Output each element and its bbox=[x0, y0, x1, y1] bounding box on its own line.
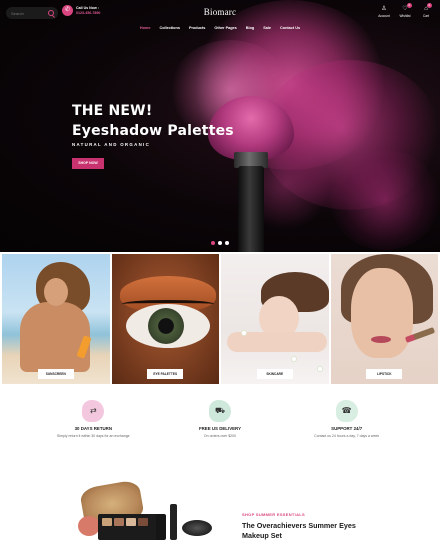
model-face bbox=[350, 268, 413, 358]
promo-kicker: SHOP SUMMER ESSENTIALS bbox=[242, 512, 305, 517]
shop-now-button[interactable]: SHOP NOW bbox=[72, 158, 104, 169]
feature-desc: Simply return it within 30 days for an e… bbox=[57, 434, 130, 438]
category-tile-lipstick[interactable]: LIPSTICK bbox=[330, 254, 438, 384]
promo-product-image[interactable] bbox=[78, 474, 218, 540]
call-text: Call Us Now : 0123-456-7890 bbox=[76, 6, 100, 16]
wishlist-count-badge: 0 bbox=[406, 3, 412, 8]
account-button[interactable]: ♙ Account bbox=[378, 5, 390, 18]
nav-collections[interactable]: Collections bbox=[159, 26, 179, 30]
feature-desc: On orders over $200 bbox=[203, 434, 237, 438]
heart-icon: ♡ 0 bbox=[402, 3, 412, 12]
nav-contact-us[interactable]: Contact Us bbox=[280, 26, 300, 30]
feature-delivery: ⛟ FREE US DELIVERY On orders over $200 bbox=[165, 400, 275, 438]
eye-iris bbox=[147, 308, 184, 344]
category-tiles: SUNSCREEN EYE PALETTES SKINCARE LIPSTICK bbox=[2, 254, 438, 384]
support-icon: ☎ bbox=[335, 400, 358, 422]
category-tile-eye-palettes[interactable]: EYE PALETTES bbox=[111, 254, 219, 384]
category-label[interactable]: SUNSCREEN bbox=[37, 369, 74, 379]
shadow-pan bbox=[138, 518, 148, 526]
category-label[interactable]: LIPSTICK bbox=[366, 369, 403, 379]
account-label: Account bbox=[378, 14, 390, 18]
nav-other-pages[interactable]: Other Pages bbox=[214, 26, 236, 30]
flower-icon bbox=[291, 356, 297, 362]
hero-title: THE NEW! Eyeshadow Palettes bbox=[72, 101, 234, 141]
hero-title-line2: Eyeshadow Palettes bbox=[72, 123, 234, 139]
category-label[interactable]: SKINCARE bbox=[256, 369, 293, 379]
eyelashes bbox=[121, 300, 214, 308]
feature-strip: ⇄ 30 DAYS RETURN Simply return it within… bbox=[0, 400, 440, 438]
flower-icon bbox=[241, 330, 247, 336]
category-tile-skincare[interactable]: SKINCARE bbox=[221, 254, 329, 384]
slider-dot[interactable] bbox=[218, 241, 222, 245]
feature-title: SUPPORT 24/7 bbox=[331, 426, 363, 431]
feature-desc: Contact us 24 hours a day, 7 days a week bbox=[314, 434, 380, 438]
main-nav: Home Collections Products Other Pages Bl… bbox=[0, 26, 440, 30]
nav-products[interactable]: Products bbox=[189, 26, 205, 30]
slider-dots bbox=[211, 241, 229, 245]
nav-home[interactable]: Home bbox=[140, 26, 151, 30]
slider-dot[interactable] bbox=[211, 241, 215, 245]
shadow-pan bbox=[114, 518, 124, 526]
account-icon: ♙ bbox=[381, 6, 387, 12]
feature-support: ☎ SUPPORT 24/7 Contact us 24 hours a day… bbox=[292, 400, 402, 438]
makeup-brush bbox=[182, 520, 212, 536]
model-body bbox=[20, 302, 90, 372]
blush-compact bbox=[78, 516, 100, 536]
truck-icon: ⛟ bbox=[208, 400, 231, 422]
product-bottle bbox=[170, 504, 177, 540]
shadow-pan bbox=[102, 518, 112, 526]
hero-title-line1: THE NEW! bbox=[72, 103, 153, 119]
nav-sale[interactable]: Sale bbox=[263, 26, 271, 30]
wishlist-label: Wishlist bbox=[399, 14, 411, 18]
header-icons: ♙ Account ♡ 0 Wishlist ⌂ 0 Cart bbox=[378, 3, 432, 18]
nav-blog[interactable]: Blog bbox=[246, 26, 254, 30]
call-us: ✆ Call Us Now : 0123-456-7890 bbox=[62, 5, 100, 16]
search-icon[interactable] bbox=[48, 10, 54, 16]
flower-icon bbox=[317, 366, 323, 372]
call-label: Call Us Now : bbox=[76, 5, 99, 10]
feature-returns: ⇄ 30 DAYS RETURN Simply return it within… bbox=[38, 400, 148, 438]
search-box[interactable] bbox=[6, 7, 58, 19]
hero-banner: ✆ Call Us Now : 0123-456-7890 Biomarc ♙ … bbox=[0, 0, 440, 252]
hero-subtitle: NATURAL AND ORGANIC bbox=[72, 142, 151, 147]
makeup-brush-handle bbox=[238, 166, 264, 252]
feature-title: FREE US DELIVERY bbox=[198, 426, 241, 431]
search-input[interactable] bbox=[11, 10, 47, 16]
category-tile-sunscreen[interactable]: SUNSCREEN bbox=[2, 254, 110, 384]
wishlist-button[interactable]: ♡ 0 Wishlist bbox=[399, 3, 412, 18]
cart-icon: ⌂ 0 bbox=[424, 3, 432, 12]
model-lips bbox=[370, 336, 391, 343]
cart-button[interactable]: ⌂ 0 Cart bbox=[420, 3, 432, 18]
pink-powder-cloud bbox=[330, 150, 440, 250]
cart-count-badge: 0 bbox=[426, 3, 432, 8]
promo-title[interactable]: The Overachievers Summer Eyes Makeup Set bbox=[242, 521, 362, 540]
model-face bbox=[44, 278, 68, 306]
category-label[interactable]: EYE PALETTES bbox=[147, 369, 184, 379]
feature-title: 30 DAYS RETURN bbox=[74, 426, 113, 431]
shadow-pan bbox=[126, 518, 136, 526]
cart-label: Cart bbox=[422, 14, 430, 18]
slider-dot[interactable] bbox=[225, 241, 229, 245]
call-number[interactable]: 0123-456-7890 bbox=[76, 11, 100, 16]
phone-icon: ✆ bbox=[62, 5, 73, 16]
site-logo[interactable]: Biomarc bbox=[190, 7, 250, 17]
product-bottle bbox=[156, 514, 166, 540]
exchange-icon: ⇄ bbox=[82, 400, 105, 422]
